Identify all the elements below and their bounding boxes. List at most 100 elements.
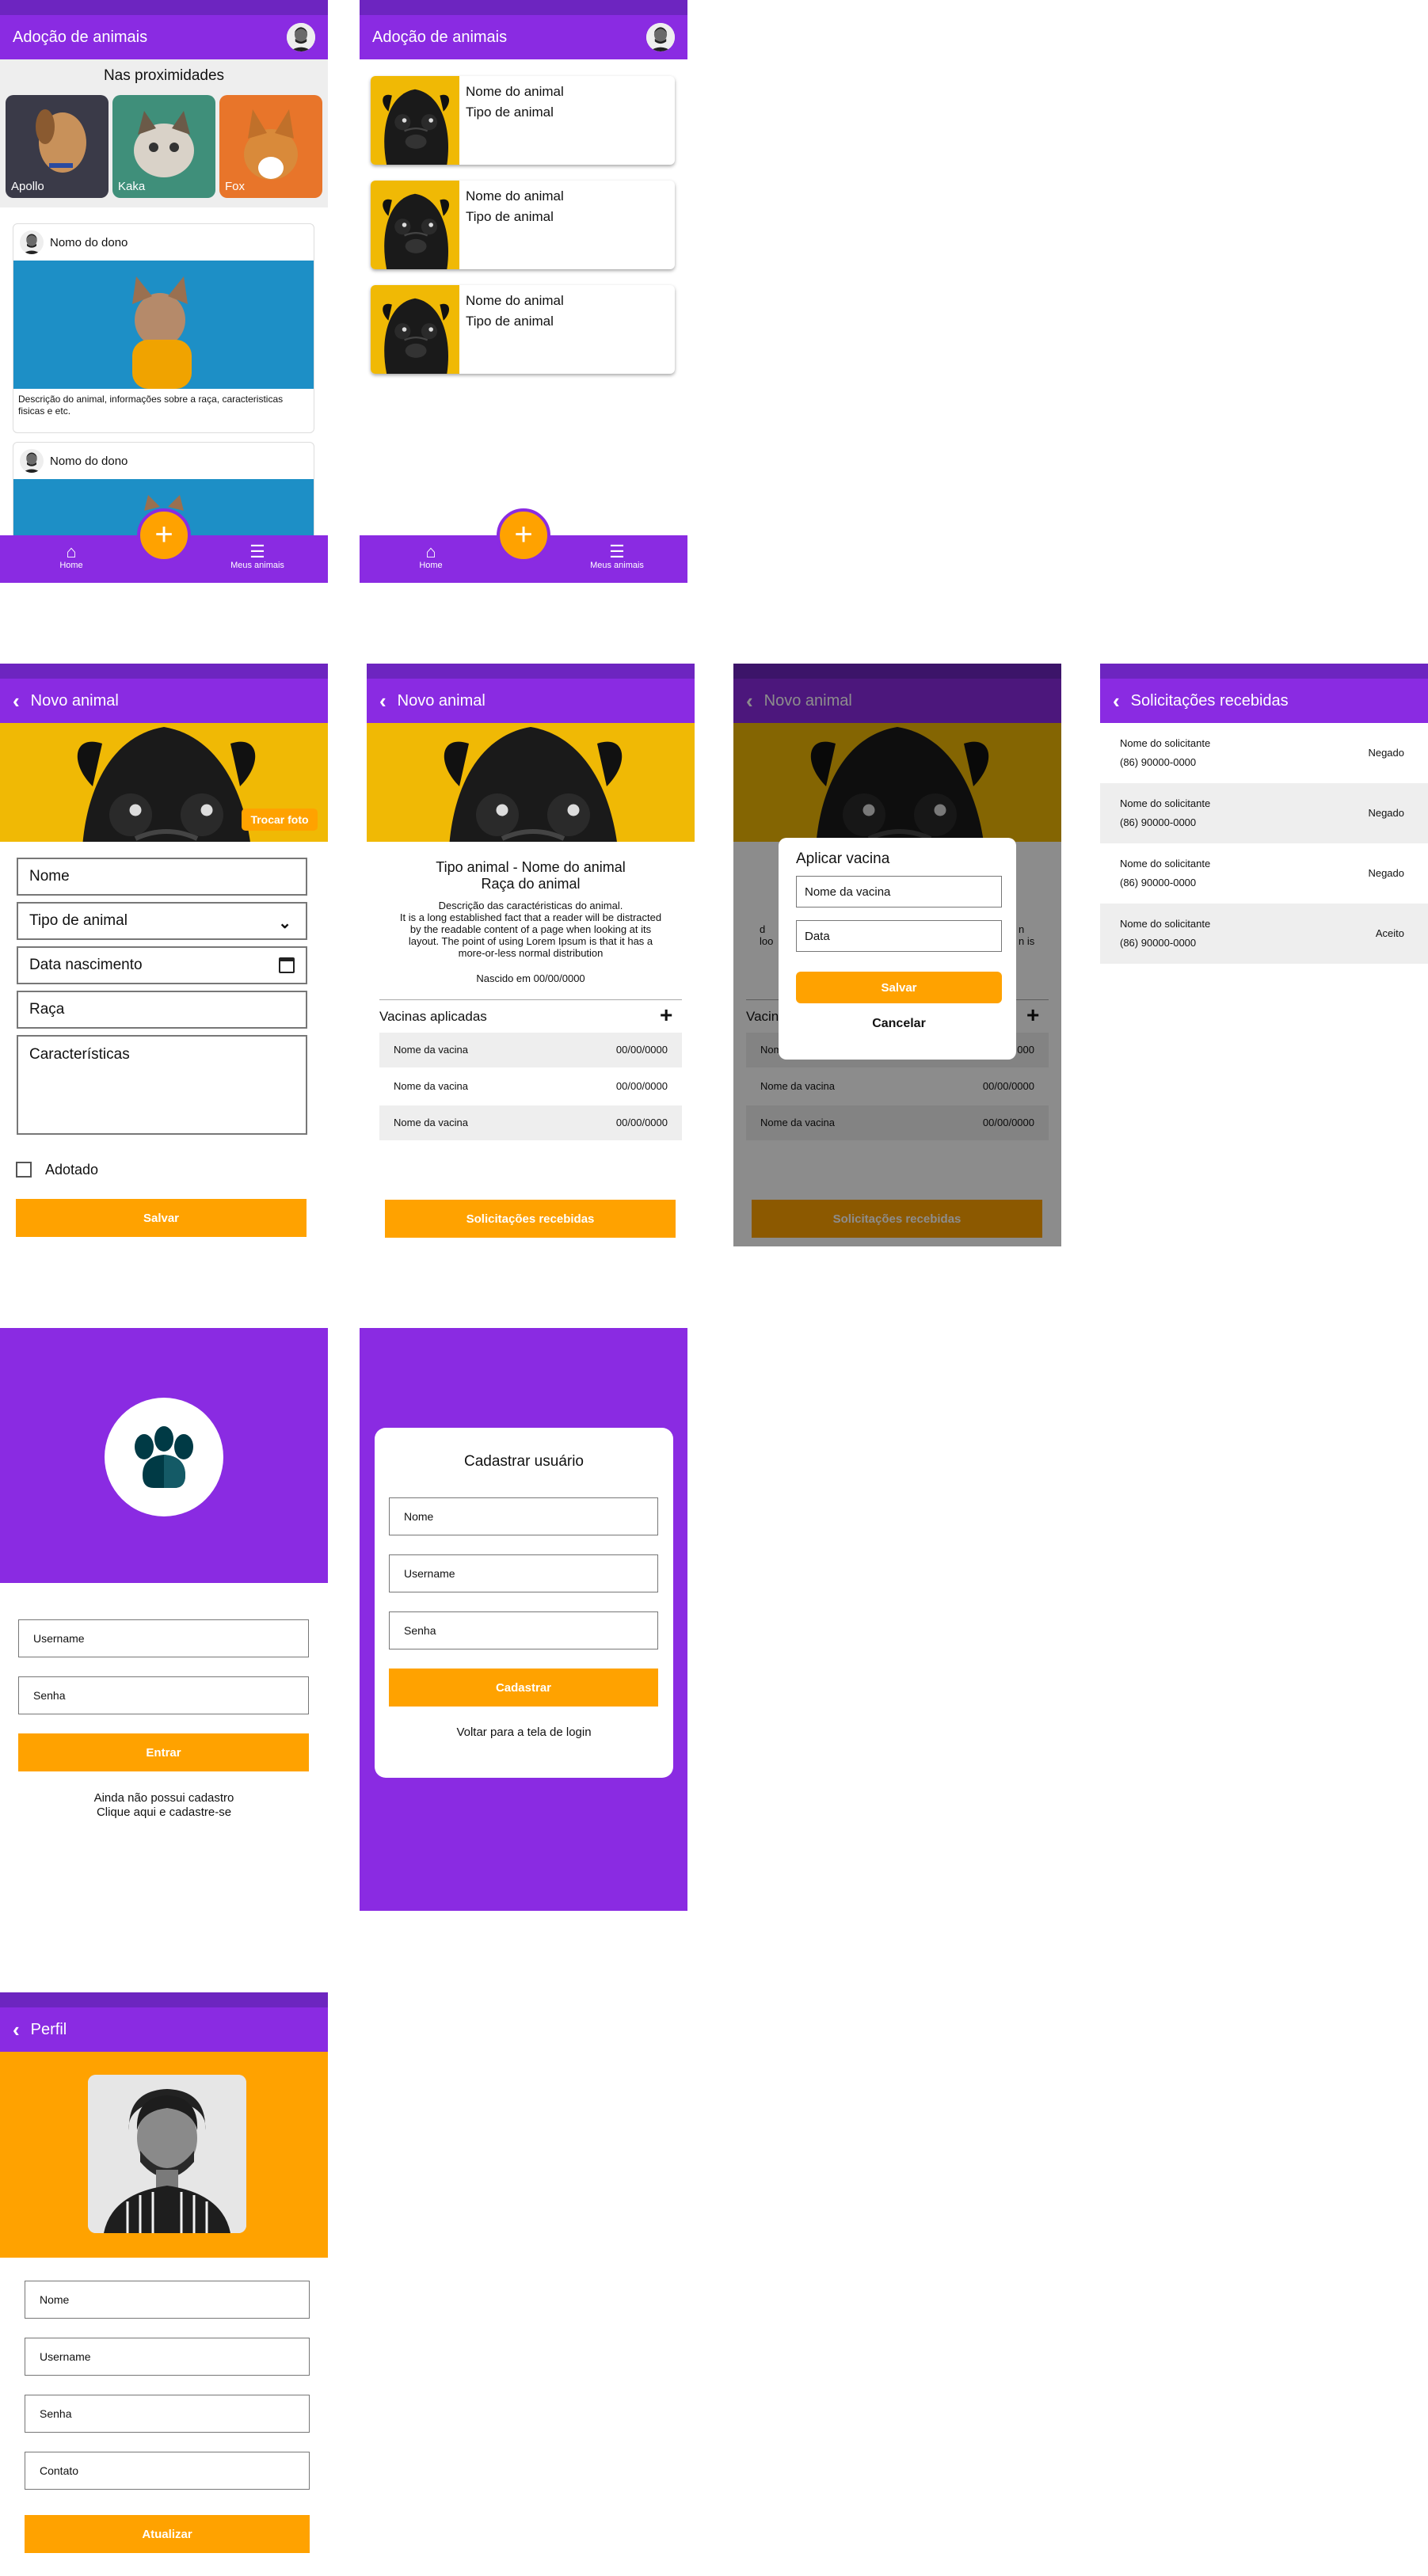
nav-home-label: Home	[419, 561, 443, 570]
user-avatar[interactable]	[287, 23, 315, 51]
dialog-cancel-button[interactable]: Cancelar	[796, 1017, 1002, 1031]
calendar-icon[interactable]	[279, 957, 295, 973]
requester-phone: (86) 90000-0000	[1120, 816, 1197, 828]
username-input[interactable]: Username	[18, 1619, 309, 1657]
requester-name: Nome do solicitante	[1120, 737, 1211, 749]
name-input[interactable]: Nome	[25, 2281, 310, 2319]
request-row[interactable]: Nome do solicitante (86) 90000-0000 Nega…	[1100, 783, 1428, 843]
animal-card[interactable]: Nome do animal Tipo de animal	[371, 76, 675, 165]
nearby-name: Fox	[225, 180, 246, 193]
profile-photo[interactable]	[88, 2075, 246, 2233]
dialog-title: Aplicar vacina	[796, 850, 890, 867]
request-row[interactable]: Nome do solicitante (86) 90000-0000 Nega…	[1100, 723, 1428, 783]
back-to-login-link[interactable]: Voltar para a tela de login	[375, 1726, 673, 1739]
request-status[interactable]: Aceito	[1376, 927, 1404, 939]
birth-date-field[interactable]: Data nascimento	[17, 946, 307, 984]
password-input[interactable]: Senha	[18, 1676, 309, 1714]
animal-card[interactable]: Nome do animal Tipo de animal	[371, 181, 675, 269]
animal-type: Tipo de animal	[466, 105, 554, 120]
breed-field[interactable]: Raça	[17, 991, 307, 1029]
request-row[interactable]: Nome do solicitante (86) 90000-0000 Nega…	[1100, 843, 1428, 904]
apply-vaccine-dialog: Aplicar vacina Nome da vacina Data Salva…	[779, 838, 1016, 1060]
nav-home[interactable]: ⌂ Home	[24, 543, 119, 571]
nav-home[interactable]: ⌂ Home	[383, 542, 478, 571]
vaccine-date: 00/00/0000	[615, 1044, 668, 1056]
vaccine-row: Nome da vacina 00/00/0000	[379, 1033, 682, 1067]
back-icon[interactable]: ‹	[379, 691, 387, 711]
vaccines-title: Vacinas aplicadas	[379, 1009, 487, 1024]
animal-card[interactable]: Nome do animal Tipo de animal	[371, 285, 675, 374]
vaccine-date-input[interactable]: Data	[796, 920, 1002, 952]
add-animal-fab[interactable]: +	[497, 508, 550, 562]
login-header	[0, 1328, 328, 1583]
username-input[interactable]: Username	[389, 1554, 658, 1592]
screen-title: Solicitações recebidas	[1130, 691, 1289, 710]
animal-type-select[interactable]: Tipo de animal ⌄	[17, 902, 307, 940]
status-bar	[367, 664, 695, 679]
requester-phone: (86) 90000-0000	[1120, 756, 1197, 768]
nav-my-animals[interactable]: ☰ Meus animais	[210, 543, 305, 571]
request-status[interactable]: Negado	[1368, 807, 1404, 819]
password-input[interactable]: Senha	[389, 1611, 658, 1649]
signup-link[interactable]: Clique aqui e cadastre-se	[0, 1805, 328, 1819]
vaccine-date: 00/00/0000	[615, 1117, 668, 1128]
update-button[interactable]: Atualizar	[25, 2515, 310, 2553]
post-card[interactable]: Nomo do dono Descrição do animal, inform…	[13, 223, 314, 433]
screen-title: Novo animal	[397, 691, 486, 710]
save-button[interactable]: Salvar	[16, 1199, 307, 1237]
nav-my-animals[interactable]: ☰ Meus animais	[569, 542, 664, 571]
post-description: Descrição do animal, informações sobre a…	[18, 394, 284, 417]
requester-phone: (86) 90000-0000	[1120, 937, 1197, 949]
add-vaccine-icon[interactable]: +	[660, 1003, 672, 1028]
no-account-text: Ainda não possui cadastro	[93, 1791, 234, 1805]
vaccine-name-input[interactable]: Nome da vacina	[796, 876, 1002, 907]
nearby-card[interactable]: Kaka	[112, 95, 215, 198]
nearby-name: Kaka	[118, 180, 146, 193]
owner-avatar	[20, 449, 44, 473]
user-avatar[interactable]	[646, 23, 675, 51]
menu-icon: ☰	[609, 542, 625, 561]
nearby-card[interactable]: Fox	[219, 95, 322, 198]
home-icon: ⌂	[425, 542, 436, 561]
animal-photo	[371, 76, 459, 165]
username-input[interactable]: Username	[25, 2338, 310, 2376]
dialog-save-button[interactable]: Salvar	[796, 972, 1002, 1003]
owner-name: Nomo do dono	[50, 236, 128, 249]
password-input[interactable]: Senha	[25, 2395, 310, 2433]
vaccine-row: Nome da vacina 00/00/0000	[379, 1069, 682, 1104]
request-row[interactable]: Nome do solicitante (86) 90000-0000 Acei…	[1100, 904, 1428, 964]
app-bar: ‹ Perfil	[0, 2007, 328, 2052]
animal-type: Tipo de animal	[466, 314, 554, 329]
nearby-card[interactable]: Apollo	[6, 95, 109, 198]
back-icon[interactable]: ‹	[1113, 691, 1120, 711]
name-field[interactable]: Nome	[17, 858, 307, 896]
nav-my-animals-label: Meus animais	[590, 561, 644, 570]
adopted-checkbox[interactable]	[16, 1162, 32, 1178]
back-icon[interactable]: ‹	[13, 691, 20, 711]
request-status[interactable]: Negado	[1368, 867, 1404, 879]
animal-description: It is a long established fact that a rea…	[399, 911, 662, 959]
requester-phone: (86) 90000-0000	[1120, 877, 1197, 888]
profile-header	[0, 2052, 328, 2258]
app-bar: ‹ Novo animal	[0, 679, 328, 723]
app-bar: Adoção de animais	[0, 15, 328, 59]
request-status[interactable]: Negado	[1368, 747, 1404, 759]
change-photo-button[interactable]: Trocar foto	[242, 809, 318, 831]
birth-date-text: Nascido em 00/00/0000	[476, 972, 585, 984]
features-textarea[interactable]: Características	[17, 1035, 307, 1135]
name-input[interactable]: Nome	[389, 1497, 658, 1535]
requests-button[interactable]: Solicitações recebidas	[385, 1200, 676, 1238]
home-screen: Adoção de animais Nas proximidades Apoll…	[0, 0, 328, 583]
animal-photo	[367, 723, 695, 842]
vaccine-date: 00/00/0000	[615, 1080, 668, 1092]
animal-description-title: Descrição das caractéristicas do animal.	[438, 900, 623, 911]
app-bar: Adoção de animais	[360, 15, 687, 59]
vaccine-name: Nome da vacina	[394, 1080, 468, 1092]
contact-input[interactable]: Contato	[25, 2452, 310, 2490]
back-icon[interactable]: ‹	[13, 2019, 20, 2040]
add-animal-fab[interactable]: +	[137, 508, 191, 562]
adopted-label: Adotado	[45, 1162, 99, 1178]
owner-name: Nomo do dono	[50, 455, 128, 468]
login-button[interactable]: Entrar	[18, 1733, 309, 1771]
register-button[interactable]: Cadastrar	[389, 1669, 658, 1707]
